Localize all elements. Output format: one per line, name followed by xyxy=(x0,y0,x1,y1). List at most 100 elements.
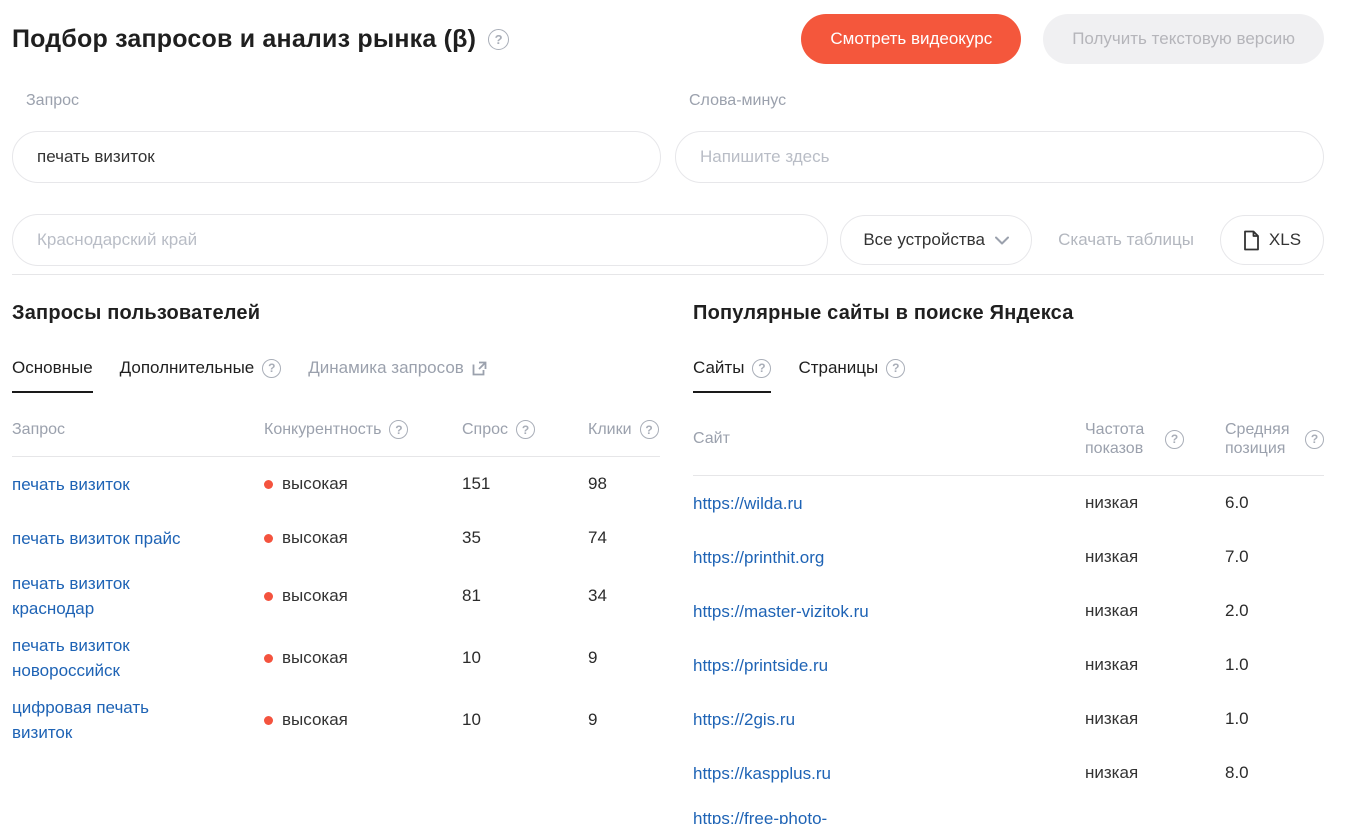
xls-button-label: XLS xyxy=(1269,230,1301,250)
popular-sites-title: Популярные сайты в поиске Яндекса xyxy=(693,302,1324,325)
site-link[interactable]: https://free-photo-editors.ru xyxy=(693,806,885,824)
tab-sites[interactable]: Сайты ? xyxy=(693,358,771,393)
competition-value: высокая xyxy=(282,528,348,548)
table-row: https://free-photo-editors.ru низкая 8.0 xyxy=(693,800,1324,824)
table-row: https://2gis.ru низкая 1.0 xyxy=(693,692,1324,746)
site-link[interactable]: https://wilda.ru xyxy=(693,491,803,516)
col-frequency: Частота показов ? xyxy=(1085,420,1225,458)
sites-tabs: Сайты ? Страницы ? xyxy=(693,358,1324,393)
download-xls-button[interactable]: XLS xyxy=(1220,215,1324,265)
query-field-label: Запрос xyxy=(12,92,661,110)
help-icon[interactable]: ? xyxy=(886,359,905,378)
popular-sites-section: Популярные сайты в поиске Яндекса Сайты … xyxy=(693,302,1324,824)
frequency-value: низкая xyxy=(1085,763,1225,783)
keyword-analysis-page: Подбор запросов и анализ рынка (β) ? Смо… xyxy=(0,0,1348,824)
clicks-value: 98 xyxy=(588,474,660,494)
page-title: Подбор запросов и анализ рынка (β) xyxy=(12,25,476,54)
help-icon[interactable]: ? xyxy=(262,359,281,378)
col-position: Средняя позиция ? xyxy=(1225,420,1324,458)
site-link[interactable]: https://printhit.org xyxy=(693,545,824,570)
minus-words-label: Слова-минус xyxy=(675,92,1324,110)
devices-select[interactable]: Все устройства xyxy=(840,215,1032,265)
help-icon[interactable]: ? xyxy=(389,420,408,439)
tab-pages[interactable]: Страницы ? xyxy=(798,358,905,393)
clicks-value: 9 xyxy=(588,648,660,668)
site-link[interactable]: https://master-vizitok.ru xyxy=(693,599,869,624)
user-queries-section: Запросы пользователей Основные Дополните… xyxy=(12,302,660,824)
clicks-value: 34 xyxy=(588,586,660,606)
tab-label: Дополнительные xyxy=(120,358,255,378)
help-icon[interactable]: ? xyxy=(1305,430,1324,449)
minus-words-field-group: Слова-минус xyxy=(675,92,1324,183)
get-text-version-button[interactable]: Получить текстовую версию xyxy=(1043,14,1324,64)
user-queries-title: Запросы пользователей xyxy=(12,302,660,325)
query-link[interactable]: печать визиток прайс xyxy=(12,526,181,551)
table-row: цифровая печать визиток высокая 10 9 xyxy=(12,689,660,751)
query-link[interactable]: цифровая печать визиток xyxy=(12,695,204,745)
frequency-value: низкая xyxy=(1085,547,1225,567)
demand-value: 10 xyxy=(462,710,588,730)
table-row: печать визиток новороссийск высокая 10 9 xyxy=(12,627,660,689)
help-icon[interactable]: ? xyxy=(516,420,535,439)
table-row: печать визиток высокая 151 98 xyxy=(12,457,660,511)
position-value: 2.0 xyxy=(1225,601,1324,621)
query-link[interactable]: печать визиток xyxy=(12,472,130,497)
region-input[interactable] xyxy=(12,214,828,266)
table-row: https://wilda.ru низкая 6.0 xyxy=(693,476,1324,530)
external-link-icon xyxy=(472,361,487,376)
tab-label: Сайты xyxy=(693,358,744,378)
tab-label: Страницы xyxy=(798,358,878,378)
title-help-icon[interactable]: ? xyxy=(488,29,509,50)
queries-table-header: Запрос Конкурентность ? Спрос ? Клики ? xyxy=(12,393,660,457)
table-row: https://printhit.org низкая 7.0 xyxy=(693,530,1324,584)
demand-value: 35 xyxy=(462,528,588,548)
position-value: 8.0 xyxy=(1225,763,1324,783)
competition-dot xyxy=(264,534,273,543)
demand-value: 81 xyxy=(462,586,588,606)
chevron-down-icon xyxy=(995,236,1009,245)
table-row: печать визиток прайс высокая 35 74 xyxy=(12,511,660,565)
competition-value: высокая xyxy=(282,710,348,730)
query-link[interactable]: печать визиток краснодар xyxy=(12,571,204,621)
filters-divider xyxy=(12,274,1324,275)
frequency-value: низкая xyxy=(1085,493,1225,513)
tab-label: Основные xyxy=(12,358,93,378)
queries-tabs: Основные Дополнительные ? Динамика запро… xyxy=(12,358,660,393)
clicks-value: 74 xyxy=(588,528,660,548)
competition-value: высокая xyxy=(282,586,348,606)
query-input[interactable] xyxy=(12,131,661,183)
frequency-value: низкая xyxy=(1085,709,1225,729)
competition-value: высокая xyxy=(282,648,348,668)
help-icon[interactable]: ? xyxy=(752,359,771,378)
competition-dot xyxy=(264,654,273,663)
position-value: 1.0 xyxy=(1225,655,1324,675)
site-link[interactable]: https://printside.ru xyxy=(693,653,828,678)
frequency-value: низкая xyxy=(1085,655,1225,675)
tab-label: Динамика запросов xyxy=(308,358,464,378)
position-value: 7.0 xyxy=(1225,547,1324,567)
watch-videocourse-button[interactable]: Смотреть видеокурс xyxy=(801,14,1021,64)
competition-dot xyxy=(264,480,273,489)
query-link[interactable]: печать визиток новороссийск xyxy=(12,633,204,683)
tab-main-queries[interactable]: Основные xyxy=(12,358,93,393)
site-link[interactable]: https://kaspplus.ru xyxy=(693,761,831,786)
col-site: Сайт xyxy=(693,430,1085,448)
download-tables-label: Скачать таблицы xyxy=(1058,230,1194,250)
table-row: https://kaspplus.ru низкая 8.0 xyxy=(693,746,1324,800)
demand-value: 10 xyxy=(462,648,588,668)
minus-words-input[interactable] xyxy=(675,131,1324,183)
position-value: 1.0 xyxy=(1225,709,1324,729)
col-clicks: Клики ? xyxy=(588,420,660,439)
col-competition: Конкурентность ? xyxy=(264,420,462,439)
help-icon[interactable]: ? xyxy=(640,420,659,439)
demand-value: 151 xyxy=(462,474,588,494)
help-icon[interactable]: ? xyxy=(1165,430,1184,449)
filters-row-2: Все устройства Скачать таблицы XLS xyxy=(12,214,1324,266)
competition-dot xyxy=(264,716,273,725)
site-link[interactable]: https://2gis.ru xyxy=(693,707,795,732)
tab-additional-queries[interactable]: Дополнительные ? xyxy=(120,358,282,393)
competition-value: высокая xyxy=(282,474,348,494)
header-buttons: Смотреть видеокурс Получить текстовую ве… xyxy=(801,14,1324,64)
tab-query-dynamics[interactable]: Динамика запросов xyxy=(308,358,487,393)
table-row: https://printside.ru низкая 1.0 xyxy=(693,638,1324,692)
